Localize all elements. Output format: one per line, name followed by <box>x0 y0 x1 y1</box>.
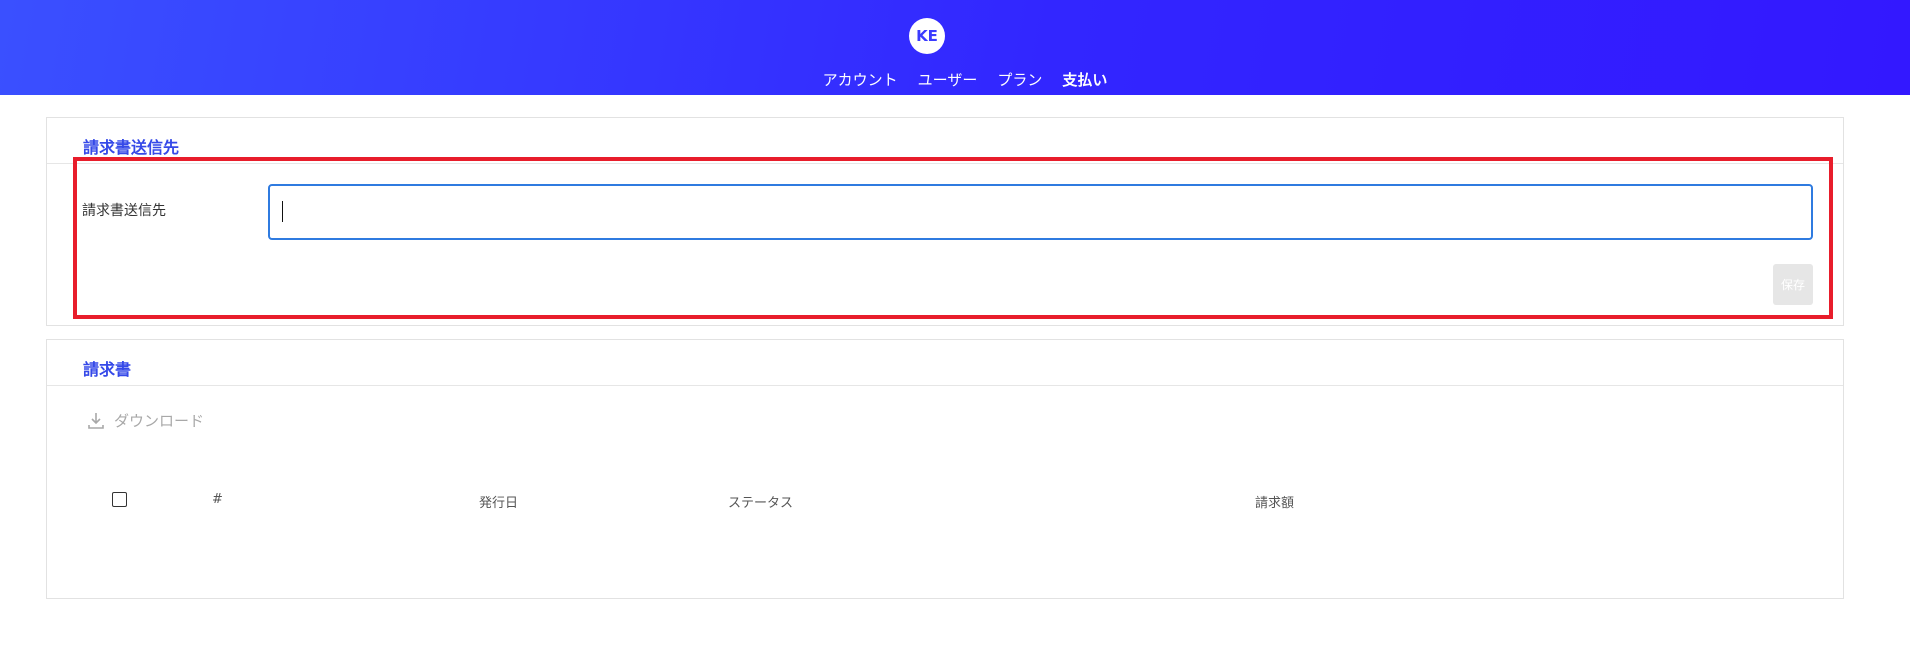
user-avatar[interactable]: KE <box>909 18 945 54</box>
billing-recipient-label: 請求書送信先 <box>82 203 166 219</box>
nav-item-account[interactable]: アカウント <box>823 69 898 90</box>
invoices-panel: 請求書 <box>46 339 1844 599</box>
nav-item-users[interactable]: ユーザー <box>918 69 978 90</box>
nav-item-plan[interactable]: プラン <box>997 69 1042 90</box>
main-nav: アカウント ユーザー プラン 支払い <box>0 69 1910 90</box>
download-label: ダウンロード <box>114 412 205 430</box>
download-icon <box>88 412 104 430</box>
billing-recipient-input[interactable] <box>268 184 1813 240</box>
billing-recipient-header: 請求書送信先 <box>47 118 1843 164</box>
invoices-header: 請求書 <box>47 340 1843 386</box>
download-button[interactable]: ダウンロード <box>88 410 204 431</box>
column-header-issue-date[interactable]: 発行日 <box>479 492 518 511</box>
top-header: KE アカウント ユーザー プラン 支払い <box>0 0 1910 95</box>
text-caret <box>282 201 283 222</box>
column-header-amount[interactable]: 請求額 <box>1255 492 1294 511</box>
invoice-table-header: # 発行日 ステータス 請求額 <box>0 490 1910 511</box>
save-button[interactable]: 保存 <box>1773 264 1813 305</box>
column-header-status[interactable]: ステータス <box>728 492 793 511</box>
billing-recipient-title: 請求書送信先 <box>83 138 180 157</box>
column-header-number[interactable]: # <box>212 492 223 507</box>
nav-item-payment[interactable]: 支払い <box>1062 69 1107 90</box>
invoices-title: 請求書 <box>83 360 132 379</box>
